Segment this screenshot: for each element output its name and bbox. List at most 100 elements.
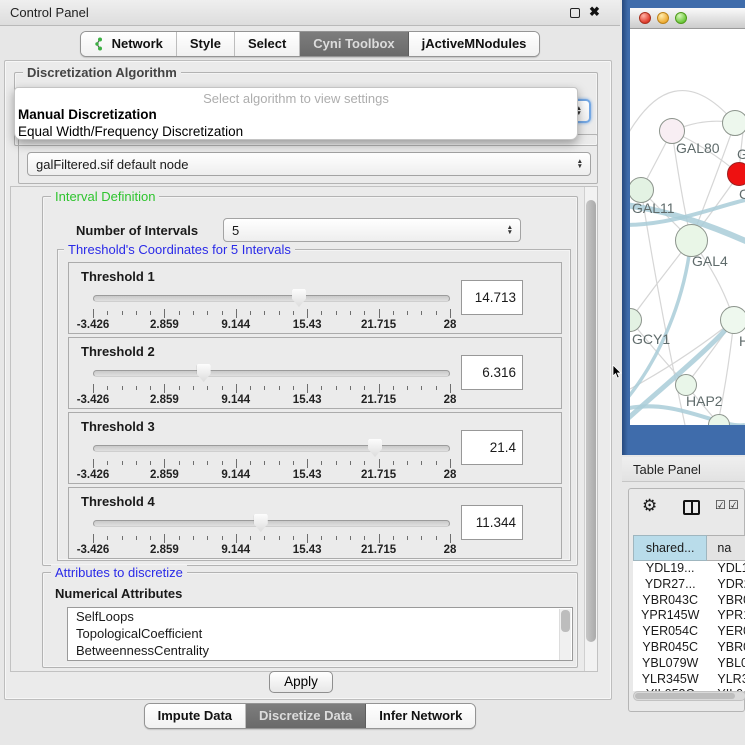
list-scrollbar-thumb[interactable]: [561, 610, 570, 632]
top-tab-bar: Network Style Select Cyni Toolbox jActiv…: [0, 31, 620, 57]
table-row[interactable]: YDL19...YDL1: [633, 561, 745, 577]
node-label-gcy1: GCY1: [632, 331, 670, 347]
threshold-1-slider[interactable]: -3.4262.8599.14415.4321.71528: [93, 289, 450, 333]
threshold-3-label: Threshold 3: [81, 419, 155, 434]
tab-jactivemnodules[interactable]: jActiveMNodules: [409, 32, 540, 56]
slider-ticks: [93, 534, 450, 543]
table-body: YDL19...YDL1YDR27...YDR2YBR043CYBR0YPR14…: [633, 561, 745, 691]
gear-icon[interactable]: ⚙: [642, 496, 657, 516]
node-selected-red[interactable]: [727, 162, 745, 186]
control-panel-title: Control Panel: [10, 5, 89, 20]
slider-handle[interactable]: [254, 514, 268, 532]
threshold-4-label: Threshold 4: [81, 494, 155, 509]
number-of-intervals-combobox[interactable]: 5 ▲▼: [223, 218, 521, 242]
table-header-shared-name[interactable]: shared...: [633, 535, 707, 561]
threshold-4-panel: Threshold 4 -3.4262.8599.14415.4321.7152…: [68, 487, 562, 559]
checkbox-icon[interactable]: ☑: [715, 498, 726, 512]
tab-discretize-data[interactable]: Discretize Data: [246, 704, 366, 728]
node-label-partial-c: C: [739, 186, 745, 202]
threshold-1-panel: Threshold 1 -3.4262.8599.14415.4321.7152…: [68, 262, 562, 334]
tab-cyni-toolbox[interactable]: Cyni Toolbox: [300, 32, 408, 56]
zoom-traffic-light-icon[interactable]: [675, 12, 687, 24]
attribute-list-item[interactable]: BetweennessCentrality: [68, 642, 572, 659]
network-icon: [94, 37, 107, 51]
threshold-3-slider[interactable]: -3.4262.8599.14415.4321.71528: [93, 439, 450, 483]
float-window-icon[interactable]: [570, 8, 580, 18]
dropdown-option-equal-width[interactable]: Equal Width/Frequency Discretization: [15, 123, 577, 140]
table-row[interactable]: YLR345WYLR3: [633, 672, 745, 688]
slider-tick-labels: -3.4262.8599.14415.4321.71528: [93, 469, 450, 482]
node-partial-right[interactable]: [720, 306, 745, 334]
attribute-list-item[interactable]: TopologicalCoefficient: [68, 625, 572, 642]
columns-icon[interactable]: [683, 500, 700, 515]
tab-impute-data[interactable]: Impute Data: [145, 704, 246, 728]
table-header-name[interactable]: na: [707, 535, 745, 561]
tab-select[interactable]: Select: [235, 32, 300, 56]
slider-track[interactable]: [93, 520, 450, 527]
attribute-list-item[interactable]: SelfLoops: [68, 608, 572, 625]
close-icon[interactable]: ✖: [589, 4, 600, 20]
numerical-attributes-list[interactable]: SelfLoopsTopologicalCoefficientBetweenne…: [67, 607, 573, 661]
thresholds-group-title: Threshold's Coordinates for 5 Intervals: [64, 242, 295, 257]
slider-tick-labels: -3.4262.8599.14415.4321.71528: [93, 544, 450, 557]
apply-button[interactable]: Apply: [269, 671, 333, 693]
table-panel-titlebar: Table Panel: [622, 457, 745, 482]
numerical-attributes-label: Numerical Attributes: [55, 586, 182, 601]
table-row[interactable]: YBR045CYBR0: [633, 640, 745, 656]
threshold-1-value-field[interactable]: 14.713: [461, 280, 523, 315]
table-data-group: Table Data galFiltered.sif default node …: [18, 134, 598, 184]
horizontal-scrollbar[interactable]: [633, 691, 745, 701]
table-row[interactable]: YBL079WYBL0: [633, 656, 745, 672]
discretization-algorithm-group-title: Discretization Algorithm: [23, 65, 181, 80]
threshold-2-value-field[interactable]: 6.316: [461, 355, 523, 390]
table-data-combobox[interactable]: galFiltered.sif default node ▲▼: [27, 152, 591, 176]
node-label-gal80: GAL80: [676, 140, 720, 156]
slider-handle[interactable]: [197, 364, 211, 382]
slider-handle[interactable]: [368, 439, 382, 457]
number-of-intervals-label: Number of Intervals: [76, 223, 198, 238]
table-row[interactable]: YBR043CYBR0: [633, 593, 745, 609]
list-scrollbar[interactable]: [559, 609, 571, 661]
slider-tick-labels: -3.4262.8599.14415.4321.71528: [93, 394, 450, 407]
bottom-tab-bar: Impute Data Discretize Data Infer Networ…: [0, 703, 620, 729]
slider-track[interactable]: [93, 445, 450, 452]
threshold-1-label: Threshold 1: [81, 269, 155, 284]
dropdown-placeholder-item[interactable]: Select algorithm to view settings: [15, 88, 577, 106]
tab-infer-network[interactable]: Infer Network: [366, 704, 475, 728]
slider-track[interactable]: [93, 295, 450, 302]
algorithm-dropdown-popup: Select algorithm to view settings Manual…: [14, 87, 578, 140]
checkbox-icon[interactable]: ☑: [728, 498, 739, 512]
table-panel-container: ⚙ ☑ ☑ shared... na YDL19...YDL1YDR27...Y…: [628, 488, 745, 712]
slider-handle[interactable]: [292, 289, 306, 307]
interval-definition-group: Interval Definition Number of Intervals …: [42, 196, 578, 566]
node-label-hap2: HAP2: [686, 393, 723, 409]
node-label-gal4: GAL4: [692, 253, 728, 269]
dropdown-option-manual-discretization[interactable]: Manual Discretization: [15, 106, 577, 123]
tab-network[interactable]: Network: [81, 32, 177, 56]
slider-ticks: [93, 459, 450, 468]
slider-ticks: [93, 384, 450, 393]
node-label-gal11: GAL11: [632, 200, 675, 216]
threshold-4-slider[interactable]: -3.4262.8599.14415.4321.71528: [93, 514, 450, 558]
minimize-traffic-light-icon[interactable]: [657, 12, 669, 24]
network-canvas[interactable]: GAL80 GA C GAL11 GAL4 GCY1 H HAP2: [630, 29, 745, 425]
horizontal-scrollbar-thumb[interactable]: [635, 693, 735, 699]
mouse-cursor: [612, 365, 623, 379]
table-row[interactable]: YER054CYER0: [633, 624, 745, 640]
table-row[interactable]: YPR145WYPR1: [633, 608, 745, 624]
combo-arrows-icon: ▲▼: [507, 225, 513, 235]
table-row[interactable]: YDR27...YDR2: [633, 577, 745, 593]
control-panel-titlebar: Control Panel ✖: [0, 0, 620, 26]
slider-track[interactable]: [93, 370, 450, 377]
threshold-4-value-field[interactable]: 11.344: [461, 505, 523, 540]
vertical-scrollbar-thumb[interactable]: [586, 200, 596, 642]
threshold-2-panel: Threshold 2 -3.4262.8599.14415.4321.7152…: [68, 337, 562, 409]
close-traffic-light-icon[interactable]: [639, 12, 651, 24]
threshold-2-slider[interactable]: -3.4262.8599.14415.4321.71528: [93, 364, 450, 408]
slider-ticks: [93, 309, 450, 318]
node-partial-top-right[interactable]: [722, 110, 745, 136]
threshold-3-value-field[interactable]: 21.4: [461, 430, 523, 465]
network-window-titlebar[interactable]: [630, 8, 745, 29]
tab-style[interactable]: Style: [177, 32, 235, 56]
node-attribute-table[interactable]: shared... na YDL19...YDL1YDR27...YDR2YBR…: [633, 535, 745, 691]
